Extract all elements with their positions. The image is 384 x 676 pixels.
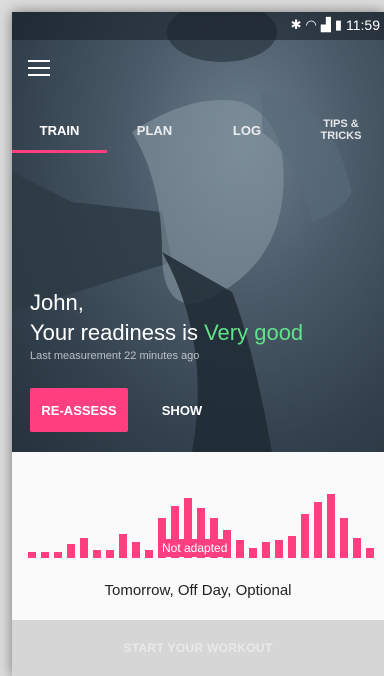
adaptation-bar	[132, 542, 140, 558]
tab-train[interactable]: TRAIN	[12, 108, 107, 152]
tab-tips-label-line2: TRICKS	[320, 130, 362, 142]
reassess-button[interactable]: RE-ASSESS	[30, 388, 128, 432]
status-time: 11:59	[346, 17, 380, 33]
runner-background-image	[12, 12, 352, 452]
adaptation-bar	[119, 534, 127, 558]
bluetooth-icon: ✱	[290, 17, 302, 32]
start-workout-label: START YOUR WORKOUT	[123, 641, 273, 655]
tab-train-label: TRAIN	[39, 122, 80, 138]
show-button[interactable]: SHOW	[142, 388, 222, 432]
adaptation-bar	[93, 550, 101, 558]
signal-icon: ▟	[320, 17, 331, 32]
greeting-name: John,	[30, 290, 84, 315]
adaptation-bar	[67, 544, 75, 558]
adaptation-bar	[327, 494, 335, 558]
tab-log-label: LOG	[232, 122, 262, 138]
adaptation-bar	[366, 548, 374, 558]
adaptation-status-badge: Not adapted	[158, 539, 232, 557]
adaptation-bar	[275, 540, 283, 558]
app-screen: ✱ ◠ ▟ ▮ 11:59 TRAIN PLAN LOG TIPS & TRIC…	[12, 12, 384, 676]
battery-icon: ▮	[334, 17, 342, 32]
status-icons: ✱ ◠ ▟ ▮ 11:59	[291, 17, 380, 33]
readiness-line: Your readiness is Very good	[30, 318, 303, 348]
active-tab-indicator	[12, 150, 107, 153]
adaptation-bar	[340, 518, 348, 558]
readiness-prefix: Your readiness is	[30, 320, 198, 345]
tab-bar: TRAIN PLAN LOG TIPS & TRICKS	[12, 108, 384, 153]
adaptation-bar	[262, 542, 270, 558]
last-measurement-text: Last measurement 22 minutes ago	[30, 350, 200, 362]
adaptation-bar	[236, 540, 244, 558]
adaptation-bar	[249, 548, 257, 558]
adaptation-bar	[80, 538, 88, 558]
adaptation-bar	[301, 514, 309, 558]
adaptation-bar	[314, 502, 322, 558]
hamburger-menu-icon[interactable]	[28, 60, 50, 76]
hero-section: ✱ ◠ ▟ ▮ 11:59 TRAIN PLAN LOG TIPS & TRIC…	[12, 12, 384, 452]
adaptation-bar	[353, 538, 361, 558]
adaptation-bar	[288, 536, 296, 558]
adaptation-bar	[28, 552, 36, 558]
tab-tips-label-line1: TIPS &	[323, 118, 359, 130]
adaptation-bar	[41, 552, 49, 558]
tab-log[interactable]: LOG	[202, 108, 292, 152]
adaptation-bar	[54, 552, 62, 558]
adaptation-bar	[106, 550, 114, 558]
tab-plan-label: PLAN	[136, 122, 173, 138]
tomorrow-plan-text: Tomorrow, Off Day, Optional	[104, 582, 292, 599]
start-workout-button[interactable]: START YOUR WORKOUT	[12, 620, 384, 676]
tab-tips-tricks[interactable]: TIPS & TRICKS	[298, 108, 384, 152]
adaptation-bar	[145, 550, 153, 558]
wifi-icon: ◠	[305, 17, 317, 32]
status-bar: ✱ ◠ ▟ ▮ 11:59	[12, 12, 384, 40]
tab-plan[interactable]: PLAN	[107, 108, 202, 152]
readiness-value: Very good	[204, 320, 304, 345]
